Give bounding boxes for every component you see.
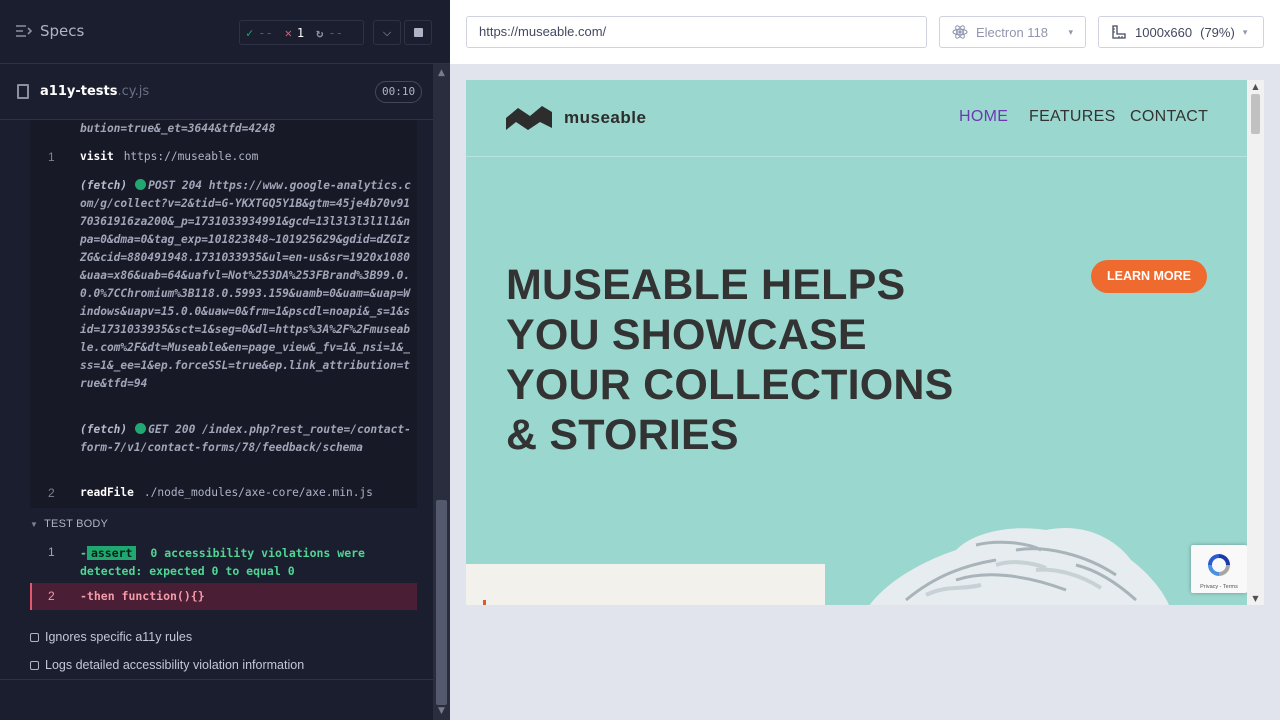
viewport-selector[interactable]: 1000x660 (79%) ▾ [1098, 16, 1264, 48]
specs-button[interactable]: Specs [16, 22, 84, 40]
test-stats: ✓ -- ✕ 1 ↻ -- [239, 20, 364, 45]
check-icon: ✓ [246, 25, 254, 40]
content-card [466, 564, 825, 605]
command-log: bution=true&_et=3644&tfd=4248 1 visit htt… [30, 120, 417, 508]
test-item[interactable]: Logs detailed accessibility violation in… [30, 658, 304, 672]
museable-logo-icon [506, 106, 552, 130]
pending-icon: ↻ [316, 25, 324, 40]
frame-scrollbar[interactable]: ▲ ▼ [1247, 80, 1264, 605]
log-scrollbar[interactable]: ▲ ▼ [433, 64, 450, 720]
accent-mark [483, 600, 486, 605]
fetch-log-analytics[interactable]: (fetch) POST 204 https://www.google-analy… [80, 177, 414, 393]
scroll-down-icon[interactable]: ▼ [433, 706, 450, 716]
recaptcha-icon [1208, 554, 1230, 576]
test-body-toggle[interactable]: ▼ TEST BODY [30, 518, 108, 530]
test-item[interactable]: Ignores specific a11y rules [30, 630, 192, 644]
scroll-up-icon[interactable]: ▲ [1247, 82, 1264, 91]
spec-file-header: a11y-tests.cy.js 00:10 [0, 64, 433, 120]
site-logo[interactable]: museable [506, 104, 646, 132]
file-icon [17, 84, 29, 99]
passed-stat: ✓ -- [246, 25, 273, 40]
divider [0, 679, 433, 680]
failed-stat: ✕ 1 [284, 25, 305, 40]
fetch-log-schema[interactable]: (fetch) GET 200 /index.php?rest_route=/co… [80, 421, 414, 457]
hero-heading: MUSEABLE HELPS YOU SHOWCASE YOUR COLLECT… [506, 261, 954, 459]
learn-more-button[interactable]: LEARN MORE [1091, 260, 1207, 293]
command-row-visit[interactable]: visit https://museable.com [80, 150, 258, 163]
stop-icon [413, 28, 423, 37]
spec-file-name: a11y-tests.cy.js [40, 84, 150, 99]
status-dot-icon [135, 179, 147, 190]
nav-contact[interactable]: CONTACT [1130, 108, 1208, 126]
nav-home[interactable]: HOME [959, 108, 1008, 126]
assert-row[interactable]: 1 - assert 0 accessibility violations wer… [30, 540, 417, 582]
specs-list-icon [16, 25, 32, 37]
scroll-thumb[interactable] [1251, 94, 1260, 134]
browser-selector[interactable]: Electron 118 ▾ [939, 16, 1086, 48]
url-field[interactable]: https://museable.com/ [466, 16, 927, 48]
pending-test-icon [30, 632, 39, 642]
sculpture-image [869, 528, 1170, 605]
scroll-thumb[interactable] [436, 500, 447, 705]
stop-button[interactable] [404, 20, 432, 45]
log-fragment: bution=true&_et=3644&tfd=4248 [80, 122, 276, 135]
pending-stat: ↻ -- [316, 25, 343, 40]
runner-panel: Specs ✓ -- ✕ 1 ↻ -- ⌵ a11y-tests.cy.js 0… [0, 0, 450, 720]
chevron-down-icon: ▾ [1242, 26, 1248, 37]
specs-label: Specs [40, 22, 85, 40]
run-duration: 00:10 [375, 81, 423, 103]
pending-test-icon [30, 660, 39, 670]
runner-topbar: Specs ✓ -- ✕ 1 ↻ -- ⌵ [0, 0, 450, 64]
collapse-button[interactable]: ⌵ [373, 20, 401, 45]
ruler-icon [1112, 25, 1126, 39]
recaptcha-badge[interactable]: Privacy - Terms [1191, 545, 1247, 593]
nav-features[interactable]: FEATURES [1029, 108, 1116, 126]
chevron-down-icon: ▾ [1068, 26, 1073, 37]
assert-text: - assert 0 accessibility violations were … [80, 546, 365, 578]
divider [466, 156, 1247, 157]
scroll-up-icon[interactable]: ▲ [433, 68, 450, 78]
preview-panel: https://museable.com/ Electron 118 ▾ 100… [450, 0, 1280, 720]
scroll-down-icon[interactable]: ▼ [1247, 594, 1264, 603]
command-row-readfile[interactable]: readFile ./node_modules/axe-core/axe.min.… [80, 486, 373, 499]
failed-then-row[interactable]: 2 -then function(){} [30, 583, 417, 610]
app-under-test-frame[interactable]: museable HOME FEATURES CONTACT MUSEABLE … [466, 80, 1264, 605]
electron-icon [952, 25, 968, 39]
status-dot-icon [135, 423, 147, 434]
chevron-down-icon: ▼ [30, 520, 39, 529]
x-icon: ✕ [284, 25, 292, 40]
preview-toolbar: https://museable.com/ Electron 118 ▾ 100… [450, 0, 1280, 64]
chevron-down-icon: ⌵ [382, 25, 392, 39]
